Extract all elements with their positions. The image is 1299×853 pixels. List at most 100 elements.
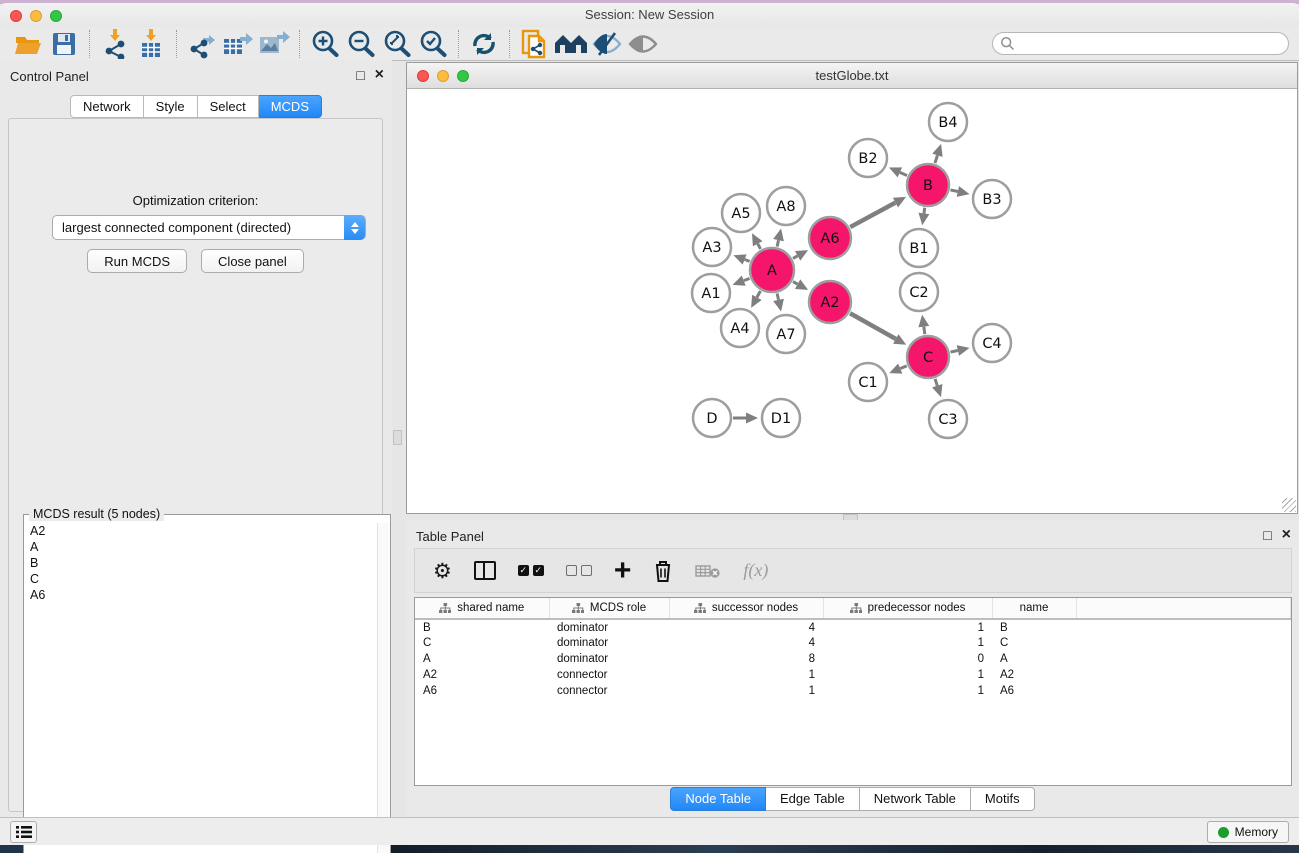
cell[interactable]: dominator <box>549 635 669 651</box>
minimize-window-button[interactable] <box>30 10 42 22</box>
export-image-icon[interactable] <box>256 29 292 59</box>
tab-network-table[interactable]: Network Table <box>860 787 971 811</box>
edge-C-C3[interactable] <box>935 379 937 386</box>
cell[interactable]: 1 <box>669 683 823 699</box>
column-header-successor-nodes[interactable]: successor nodes <box>669 598 823 619</box>
edge-C-C4[interactable] <box>950 350 957 352</box>
cell[interactable]: 1 <box>823 619 992 635</box>
cell[interactable]: 4 <box>669 619 823 635</box>
deselect-all-icon[interactable] <box>566 556 592 586</box>
panel-divider-grip[interactable] <box>393 430 402 445</box>
cell[interactable]: 4 <box>669 635 823 651</box>
tab-node-table[interactable]: Node Table <box>670 787 766 811</box>
table-row[interactable]: A2connector11A2 <box>415 667 1291 683</box>
cell[interactable]: A6 <box>415 683 549 699</box>
close-panel-icon[interactable]: × <box>1282 527 1291 543</box>
cell[interactable]: C <box>992 635 1076 651</box>
first-neighbors-icon[interactable] <box>553 29 589 59</box>
cell[interactable]: 8 <box>669 651 823 667</box>
zoom-window-button[interactable] <box>50 10 62 22</box>
table-row[interactable]: Bdominator41B <box>415 619 1291 635</box>
float-panel-icon[interactable]: □ <box>356 67 364 83</box>
resize-grip-icon[interactable] <box>1282 498 1296 512</box>
result-item[interactable]: A <box>25 539 376 555</box>
tab-style[interactable]: Style <box>144 95 198 118</box>
cell[interactable]: A2 <box>415 667 549 683</box>
cell[interactable]: connector <box>549 667 669 683</box>
tab-select[interactable]: Select <box>198 95 259 118</box>
table-row[interactable]: A6connector11A6 <box>415 683 1291 699</box>
apply-layout-icon[interactable] <box>466 29 502 59</box>
memory-button[interactable]: Memory <box>1207 821 1289 843</box>
result-item[interactable]: C <box>25 571 376 587</box>
cell[interactable]: A <box>992 651 1076 667</box>
zoom-out-icon[interactable] <box>343 29 379 59</box>
network-graph[interactable]: AA1A2A3A4A5A6A7A8BB1B2B3B4CC1C2C3C4DD1 <box>407 89 1297 513</box>
clone-network-icon[interactable] <box>517 29 553 59</box>
select-all-icon[interactable]: ✓✓ <box>518 556 544 586</box>
edge-A6-B[interactable] <box>850 203 895 227</box>
edge-A-A6[interactable] <box>793 256 798 259</box>
run-mcds-button[interactable]: Run MCDS <box>87 249 187 273</box>
criterion-dropdown[interactable]: largest connected component (directed) <box>52 215 366 240</box>
network-minimize-button[interactable] <box>437 70 449 82</box>
cell[interactable]: connector <box>549 683 669 699</box>
edge-A-A2[interactable] <box>793 282 798 285</box>
edge-B-B2[interactable] <box>900 172 907 175</box>
cell[interactable]: 1 <box>669 667 823 683</box>
cell[interactable]: C <box>415 635 549 651</box>
cell[interactable]: 1 <box>823 667 992 683</box>
tab-edge-table[interactable]: Edge Table <box>766 787 860 811</box>
table-settings-icon[interactable]: ⚙ <box>433 556 452 586</box>
hide-graphics-icon[interactable] <box>589 29 625 59</box>
search-input[interactable] <box>1015 35 1288 53</box>
cell[interactable]: B <box>415 619 549 635</box>
result-item[interactable]: A6 <box>25 587 376 603</box>
cell[interactable]: 0 <box>823 651 992 667</box>
save-session-icon[interactable] <box>46 29 82 59</box>
tab-network[interactable]: Network <box>70 95 144 118</box>
cell[interactable]: A6 <box>992 683 1076 699</box>
tab-mcds[interactable]: MCDS <box>259 95 322 118</box>
cell[interactable]: dominator <box>549 651 669 667</box>
delete-table-icon[interactable] <box>695 556 721 586</box>
zoom-selected-icon[interactable] <box>415 29 451 59</box>
task-history-button[interactable] <box>10 821 37 843</box>
edge-A-A7[interactable] <box>777 293 778 299</box>
delete-column-icon[interactable] <box>653 556 673 586</box>
edge-B-B3[interactable] <box>950 190 957 192</box>
edge-C-C1[interactable] <box>900 366 906 369</box>
edge-B-B4[interactable] <box>935 155 937 163</box>
cell[interactable]: dominator <box>549 619 669 635</box>
edge-B-B1[interactable] <box>924 208 925 214</box>
float-panel-icon[interactable]: □ <box>1263 527 1271 543</box>
show-graphics-icon[interactable] <box>625 29 661 59</box>
export-network-icon[interactable] <box>184 29 220 59</box>
edge-A2-C[interactable] <box>850 313 896 339</box>
close-window-button[interactable] <box>10 10 22 22</box>
import-network-icon[interactable] <box>97 29 133 59</box>
result-scrollbar[interactable] <box>377 523 389 853</box>
zoom-fit-icon[interactable] <box>379 29 415 59</box>
cell[interactable]: 1 <box>823 683 992 699</box>
result-item[interactable]: B <box>25 555 376 571</box>
add-column-icon[interactable]: + <box>614 556 632 586</box>
zoom-in-icon[interactable] <box>307 29 343 59</box>
cell[interactable]: 1 <box>823 635 992 651</box>
column-header-shared-name[interactable]: shared name <box>415 598 549 619</box>
mcds-result-list[interactable]: A2ABCA6 <box>25 523 376 853</box>
column-header-name[interactable]: name <box>992 598 1076 619</box>
edge-A-A3[interactable] <box>745 260 750 262</box>
edge-A-A4[interactable] <box>757 291 760 297</box>
tab-motifs[interactable]: Motifs <box>971 787 1035 811</box>
edge-A-A1[interactable] <box>744 278 750 280</box>
export-table-icon[interactable] <box>220 29 256 59</box>
import-table-icon[interactable] <box>133 29 169 59</box>
function-builder-icon[interactable]: f(x) <box>743 556 768 586</box>
show-column-panel-icon[interactable] <box>474 556 496 586</box>
column-header-predecessor-nodes[interactable]: predecessor nodes <box>823 598 992 619</box>
edge-A-A5[interactable] <box>758 244 761 249</box>
edge-C-C2[interactable] <box>924 327 925 335</box>
network-canvas[interactable]: AA1A2A3A4A5A6A7A8BB1B2B3B4CC1C2C3C4DD1 <box>407 89 1297 513</box>
table-row[interactable]: Cdominator41C <box>415 635 1291 651</box>
